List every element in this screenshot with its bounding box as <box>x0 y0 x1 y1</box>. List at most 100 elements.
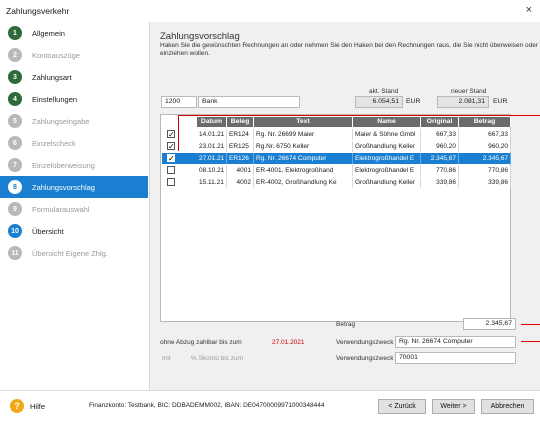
annotation-line <box>178 115 540 116</box>
cell-text: Rg.Nr. 6750 Keller <box>254 141 353 152</box>
cell-original: 960,20 <box>421 141 459 152</box>
cancel-button[interactable]: Abbrechen <box>481 399 534 414</box>
new-balance-currency: EUR <box>493 98 508 105</box>
help-link[interactable]: Hilfe <box>30 402 45 411</box>
window-title: Zahlungsverkehr <box>6 6 70 16</box>
sidebar-item-label: Allgemein <box>32 28 65 38</box>
page-description: Haken Sie die gewünschten Rechnungen an … <box>160 42 538 57</box>
wizard-sidebar: 1 Allgemein 2 Kontoauszüge 3 Zahlungsart… <box>0 22 148 390</box>
annotation-line <box>178 115 179 151</box>
cell-betrag: 667,33 <box>459 129 511 140</box>
sidebar-item-formularauswahl[interactable]: 9 Formularauswahl <box>0 198 148 220</box>
mit-label: mit <box>162 355 171 362</box>
column-header-original[interactable]: Original <box>421 117 459 127</box>
cell-date: 14.01.21 <box>197 129 227 140</box>
row-checkbox[interactable]: ✓ <box>167 142 175 151</box>
sidebar-item-kontoauszuege[interactable]: 2 Kontoauszüge <box>0 44 148 66</box>
table-row[interactable]: 08.10.21 4001 ER-4001, Elektrogroßhand E… <box>162 165 511 176</box>
table-row-selected[interactable]: ✓ 27.01.21 ER126 Rg. Nr. 26674 Computer … <box>162 153 511 164</box>
close-icon[interactable]: × <box>526 4 532 16</box>
cell-date: 27.01.21 <box>197 153 227 164</box>
account-info-text: Finanzkonto: Testbank, BIC: DDBADEMM002,… <box>89 402 325 409</box>
column-header-betrag[interactable]: Betrag <box>459 117 511 127</box>
step-number-badge: 5 <box>8 114 22 128</box>
sidebar-item-uebersicht-eigene[interactable]: 11 Übersicht Eigene Zhlg. <box>0 242 148 264</box>
sidebar-item-zahlungsart[interactable]: 3 Zahlungsart <box>0 66 148 88</box>
sidebar-item-zahlungseingabe[interactable]: 5 Zahlungseingabe <box>0 110 148 132</box>
betrag-field[interactable]: 2.345,67 <box>463 318 516 330</box>
step-number-badge: 4 <box>8 92 22 106</box>
cell-beleg: ER124 <box>227 129 254 140</box>
new-balance-field: 2.081,31 <box>437 96 489 108</box>
step-number-badge: 8 <box>8 180 22 194</box>
cell-betrag: 2.345,67 <box>459 153 511 164</box>
account-number-field[interactable]: 1200 <box>161 96 197 108</box>
verwendungszweck1-field[interactable]: Rg. Nr. 26674 Computer <box>395 336 516 348</box>
annotation-line <box>521 341 540 342</box>
annotation-line <box>521 324 540 325</box>
row-checkbox[interactable] <box>167 178 175 186</box>
column-header-name[interactable]: Name <box>353 117 421 127</box>
sidebar-item-label: Kontoauszüge <box>32 50 80 60</box>
step-number-badge: 10 <box>8 224 22 238</box>
cell-original: 667,33 <box>421 129 459 140</box>
sidebar-item-label: Zahlungseingabe <box>32 116 90 126</box>
cell-betrag: 339,86 <box>459 177 511 188</box>
sidebar-item-zahlungsvorschlag[interactable]: 8 Zahlungsvorschlag <box>0 176 148 198</box>
cell-date: 23.01.21 <box>197 141 227 152</box>
row-checkbox[interactable]: ✓ <box>167 130 175 139</box>
help-icon[interactable]: ? <box>10 399 24 413</box>
invoice-table: Datum Beleg Text Name Original Betrag ✓ … <box>160 114 511 322</box>
cell-date: 15.11.21 <box>197 177 227 188</box>
row-checkbox[interactable] <box>167 166 175 174</box>
sidebar-item-einstellungen[interactable]: 4 Einstellungen <box>0 88 148 110</box>
table-row[interactable]: ✓ 14.01.21 ER124 Rg. Nr. 26699 Maier Mai… <box>162 129 511 140</box>
cell-name: Großhandlung Keller <box>353 141 421 152</box>
cell-beleg: 4002 <box>227 177 254 188</box>
cell-betrag: 770,86 <box>459 165 511 176</box>
skonto-label: % Skonto bis zum <box>191 355 244 362</box>
title-bar: Zahlungsverkehr × <box>0 0 540 22</box>
step-number-badge: 3 <box>8 70 22 84</box>
sidebar-item-label: Übersicht Eigene Zhlg. <box>32 248 108 258</box>
ohne-abzug-label: ohne Abzug zahlbar bis zum <box>160 339 242 346</box>
cell-name: Elektrogroßhandel E <box>353 153 421 164</box>
betrag-label: Betrag <box>336 321 356 328</box>
current-balance-label: akt. Stand <box>369 88 399 95</box>
row-checkbox[interactable]: ✓ <box>167 154 175 163</box>
current-balance-currency: EUR <box>406 98 421 105</box>
sidebar-item-label: Übersicht <box>32 226 64 236</box>
account-name-field[interactable]: Bank <box>198 96 300 108</box>
table-row[interactable]: ✓ 23.01.21 ER125 Rg.Nr. 6750 Keller Groß… <box>162 141 511 152</box>
cell-date: 08.10.21 <box>197 165 227 176</box>
back-button[interactable]: < Zurück <box>378 399 426 414</box>
verwendungszweck2-label: Verwendungszweck 2 <box>336 355 399 362</box>
main-panel: Zahlungsvorschlag Haken Sie die gewünsch… <box>149 22 540 390</box>
sidebar-item-label: Zahlungsart <box>32 72 72 82</box>
table-row[interactable]: 15.11.21 4002 ER-4002, Großhandlung Ke G… <box>162 177 511 188</box>
cell-name: Großhandlung Keller <box>353 177 421 188</box>
cell-text: ER-4002, Großhandlung Ke <box>254 177 353 188</box>
current-balance-field: 6.054,51 <box>355 96 403 108</box>
step-number-badge: 7 <box>8 158 22 172</box>
verwendungszweck1-label: Verwendungszweck 1 <box>336 339 399 346</box>
column-header-datum[interactable]: Datum <box>197 117 227 127</box>
cell-original: 770,86 <box>421 165 459 176</box>
sidebar-item-label: Zahlungsvorschlag <box>32 182 95 192</box>
column-header-text[interactable]: Text <box>254 117 353 127</box>
page-title: Zahlungsvorschlag <box>160 31 240 42</box>
new-balance-label: neuer Stand <box>451 88 487 95</box>
cell-original: 2.345,67 <box>421 153 459 164</box>
next-button[interactable]: Weiter > <box>432 399 475 414</box>
sidebar-item-uebersicht[interactable]: 10 Übersicht <box>0 220 148 242</box>
verwendungszweck2-field[interactable]: 70001 <box>395 352 516 364</box>
column-header-beleg[interactable]: Beleg <box>227 117 254 127</box>
sidebar-item-allgemein[interactable]: 1 Allgemein <box>0 22 148 44</box>
sidebar-item-einzelueberweisung[interactable]: 7 Einzelüberweisung <box>0 154 148 176</box>
sidebar-item-einzelscheck[interactable]: 6 Einzelscheck <box>0 132 148 154</box>
step-number-badge: 9 <box>8 202 22 216</box>
cell-text: ER-4001, Elektrogroßhand <box>254 165 353 176</box>
sidebar-item-label: Einzelscheck <box>32 138 76 148</box>
cell-text: Rg. Nr. 26674 Computer <box>254 153 353 164</box>
step-number-badge: 6 <box>8 136 22 150</box>
